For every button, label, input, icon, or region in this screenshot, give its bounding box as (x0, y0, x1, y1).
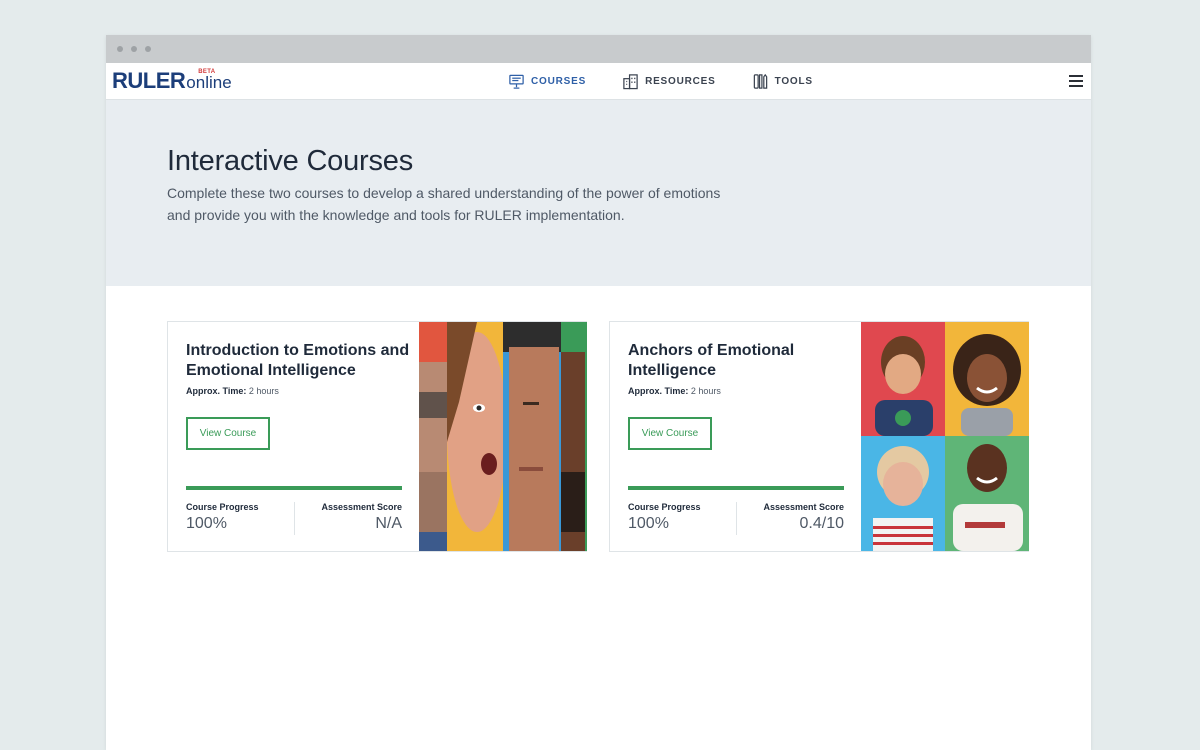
course-title: Anchors of Emotional Intelligence (628, 342, 795, 379)
assessment-score-label: Assessment Score (763, 502, 844, 512)
beta-badge: BETA (198, 69, 216, 75)
window-dot (145, 46, 151, 52)
course-progress-fill (628, 486, 844, 490)
time-value: 2 hours (690, 386, 721, 396)
assessment-score-stat: Assessment Score 0.4/10 (763, 502, 844, 533)
assessment-score-label: Assessment Score (321, 502, 402, 512)
course-progress-stat: Course Progress 100% (186, 502, 259, 533)
hero-section: Interactive Courses Complete these two c… (106, 100, 1091, 286)
course-card: Anchors of Emotional Intelligence Approx… (609, 321, 1029, 552)
course-image-portrait-grid (861, 322, 1029, 551)
nav-link-label: COURSES (531, 75, 587, 87)
nav-links: COURSES RESOURCES TOOLS (508, 63, 849, 99)
course-progress-stat: Course Progress 100% (628, 502, 701, 533)
course-card-body: Anchors of Emotional Intelligence Approx… (610, 322, 861, 551)
course-progress-label: Course Progress (186, 502, 259, 512)
assessment-score-value: N/A (375, 515, 402, 532)
course-progress-bar (628, 486, 844, 490)
nav-link-label: RESOURCES (645, 75, 716, 87)
hamburger-menu-icon[interactable] (1069, 75, 1083, 87)
time-label: Approx. Time: (628, 386, 689, 396)
logo-online-text: online (186, 73, 232, 92)
view-course-button[interactable]: View Course (628, 417, 712, 450)
presentation-board-icon (509, 74, 524, 89)
view-course-button[interactable]: View Course (186, 417, 270, 450)
time-label: Approx. Time: (186, 386, 247, 396)
course-title: Introduction to Emotions and Emotional I… (186, 342, 410, 379)
assessment-score-stat: Assessment Score N/A (321, 502, 402, 533)
stat-divider (294, 502, 295, 535)
nav-link-courses[interactable]: COURSES (508, 73, 586, 90)
portraits-grid-image (861, 322, 1029, 551)
course-progress-value: 100% (628, 515, 669, 532)
logo-ruler-text: RULER (112, 68, 186, 93)
course-progress-label: Course Progress (628, 502, 701, 512)
tools-icon (753, 73, 767, 89)
logo-right: BETA online (186, 69, 232, 92)
faces-collage-image (419, 322, 587, 551)
nav-link-label: TOOLS (774, 75, 813, 87)
nav-link-resources[interactable]: RESOURCES (622, 73, 716, 90)
page-description: Complete these two courses to develop a … (167, 185, 721, 223)
time-value: 2 hours (248, 386, 279, 396)
buildings-icon (623, 73, 638, 89)
course-card-body: Introduction to Emotions and Emotional I… (168, 322, 419, 551)
ruler-online-logo[interactable]: RULER BETA online (112, 68, 232, 93)
course-time: Approx. Time: 2 hours (186, 386, 279, 396)
assessment-score-value: 0.4/10 (799, 515, 844, 532)
course-card: Introduction to Emotions and Emotional I… (167, 321, 587, 552)
course-progress-value: 100% (186, 515, 227, 532)
window-dot (131, 46, 137, 52)
course-progress-bar (186, 486, 402, 490)
course-time: Approx. Time: 2 hours (628, 386, 721, 396)
window-chrome (106, 35, 1091, 63)
nav-link-tools[interactable]: TOOLS (752, 73, 813, 90)
course-image-faces-strip (419, 322, 587, 551)
stat-divider (736, 502, 737, 535)
top-navigation: RULER BETA online COURSES RESOURCES TOOL… (106, 63, 1091, 100)
browser-window: RULER BETA online COURSES RESOURCES TOOL… (106, 35, 1091, 750)
window-dot (117, 46, 123, 52)
course-progress-fill (186, 486, 402, 490)
page-title: Interactive Courses (167, 145, 414, 177)
